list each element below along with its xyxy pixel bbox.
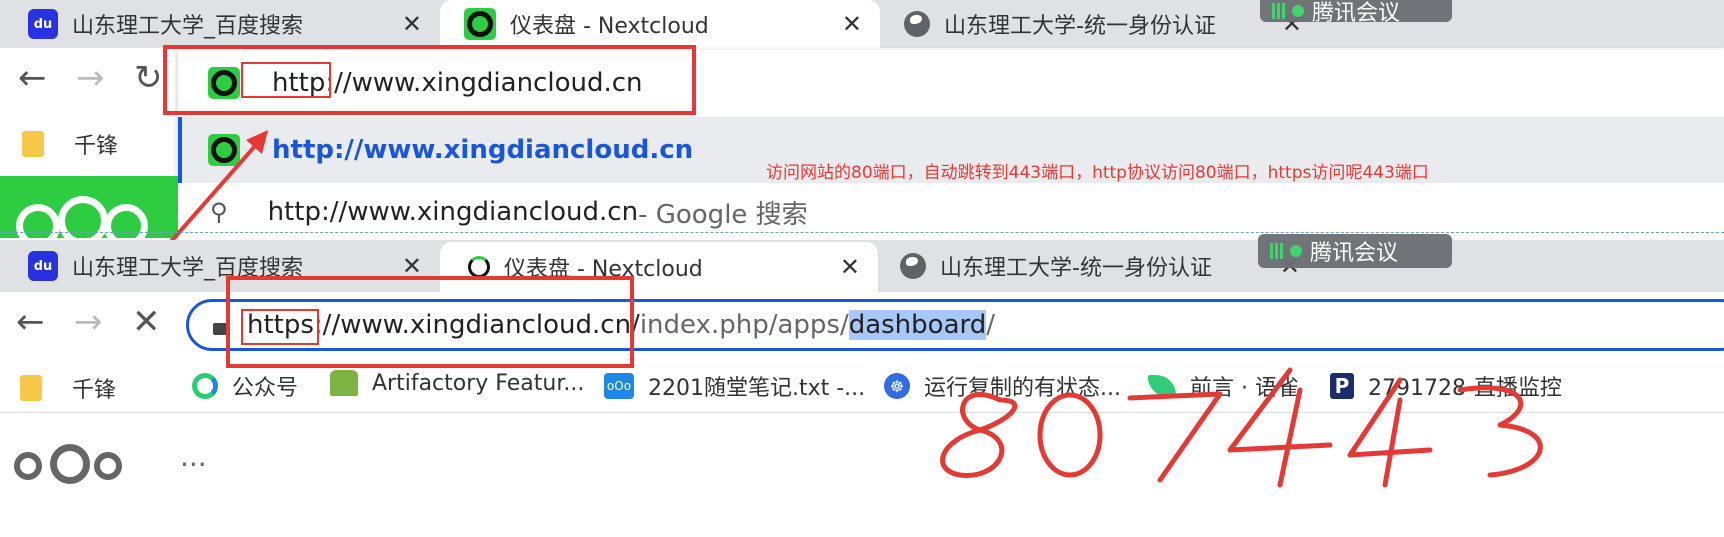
frog-icon	[330, 370, 358, 396]
bookmark-notes[interactable]: oOo 2201随堂笔记.txt -...	[604, 370, 865, 402]
url-path-end: /	[986, 310, 996, 340]
lock-icon[interactable]	[213, 323, 227, 335]
signal-icon	[1272, 3, 1286, 19]
top-tab-auth[interactable]: 山东理工大学-统一身份认证 ✕	[880, 0, 1320, 48]
bookmark-gongzhonghao[interactable]: 公众号	[192, 370, 298, 402]
bookmark-label: 公众号	[232, 376, 299, 401]
meeting-label: 腾讯会议	[1310, 241, 1399, 266]
url-path: index.php/apps/	[639, 310, 849, 340]
forward-icon[interactable]: →	[74, 302, 103, 342]
reload-icon[interactable]: ↻	[134, 58, 163, 98]
forward-icon[interactable]: →	[76, 58, 105, 98]
close-icon[interactable]: ✕	[840, 253, 860, 281]
bottom-tab-auth[interactable]: 山东理工大学-统一身份认证 ✕	[878, 242, 1318, 290]
tab-title: 山东理工大学_百度搜索	[72, 14, 304, 39]
baidu-icon: du	[28, 9, 58, 39]
close-icon[interactable]: ✕	[402, 10, 422, 38]
bookmark-artifactory[interactable]: Artifactory Featur...	[330, 370, 584, 396]
signal-icon	[1270, 243, 1284, 259]
baidu-icon: du	[28, 251, 58, 281]
annotation-box-http	[241, 62, 331, 98]
status-dot	[1290, 245, 1302, 257]
close-icon[interactable]: ✕	[842, 10, 862, 38]
annotation-box-https	[241, 309, 319, 345]
bookmark-label: 2201随堂笔记.txt -...	[648, 376, 866, 401]
globe-icon	[900, 253, 926, 279]
more-apps-icon[interactable]: ···	[180, 448, 207, 481]
suggestion-suffix: - Google 搜索	[638, 199, 808, 230]
loading-icon	[468, 256, 490, 278]
tab-title: 山东理工大学-统一身份认证	[940, 256, 1212, 281]
top-tab-nextcloud[interactable]: 仪表盘 - Nextcloud ✕	[440, 0, 880, 48]
status-dot	[1292, 5, 1304, 17]
annotation-note: 访问网站的80端口，自动跳转到443端口，http协议访问80端口，https访…	[766, 163, 1429, 183]
nextcloud-icon	[464, 8, 496, 40]
bookmark-qianfeng[interactable]: 千锋	[20, 372, 116, 404]
meeting-overlay[interactable]: 腾讯会议	[1260, 0, 1452, 26]
bookmark-label: 千锋	[72, 378, 117, 403]
url-selection: dashboard	[848, 310, 987, 340]
meeting-overlay[interactable]: 腾讯会议	[1258, 234, 1452, 268]
suggestion-url: http://www.xingdiancloud.cn	[272, 135, 694, 165]
tab-title: 仪表盘 - Nextcloud	[510, 14, 709, 39]
bookmark-label: Artifactory Featur...	[372, 370, 585, 396]
folder-icon	[22, 131, 44, 157]
meeting-label: 腾讯会议	[1312, 1, 1401, 26]
globe-icon	[904, 11, 930, 37]
nextcloud-icon: oOo	[604, 373, 634, 399]
kubernetes-icon: ☸	[884, 373, 910, 399]
wechat-mp-icon	[192, 373, 218, 399]
back-icon[interactable]: ←	[18, 58, 47, 98]
tab-title: 山东理工大学-统一身份认证	[944, 14, 1216, 39]
folder-icon	[20, 375, 42, 401]
bookmark-qianfeng[interactable]: 千锋	[22, 128, 118, 160]
nextcloud-logo[interactable]	[14, 444, 126, 484]
screenshot-divider	[0, 232, 1724, 233]
back-icon[interactable]: ←	[16, 302, 45, 342]
top-tab-baidu[interactable]: du 山东理工大学_百度搜索 ✕	[0, 0, 440, 48]
handwritten-ports	[940, 367, 1543, 488]
suggestion-url: http://www.xingdiancloud.cn	[267, 197, 639, 227]
stop-icon[interactable]: ✕	[132, 302, 161, 342]
bookmark-label: 千锋	[74, 134, 119, 159]
annotation-arrow	[166, 130, 268, 247]
